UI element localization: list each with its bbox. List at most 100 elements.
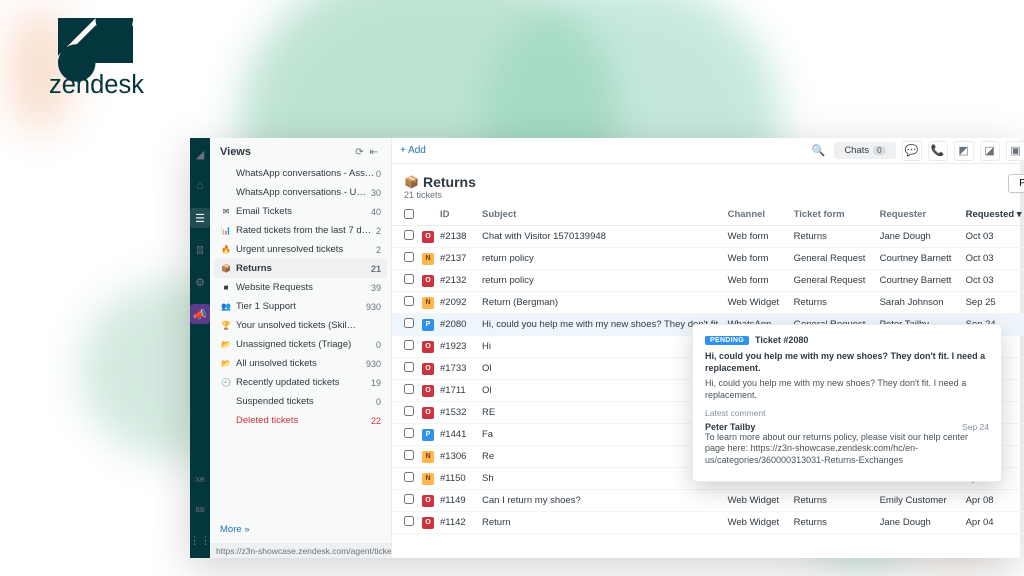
view-item-count: 19	[371, 378, 381, 388]
rail-xb-icon[interactable]: XB	[190, 470, 210, 490]
row-checkbox[interactable]	[404, 318, 414, 328]
chats-button[interactable]: Chats 0	[834, 142, 895, 159]
row-checkbox[interactable]	[404, 472, 414, 482]
select-all-checkbox[interactable]	[404, 209, 414, 219]
search-icon[interactable]: 🔍	[808, 141, 828, 161]
col-id[interactable]: ID	[440, 209, 482, 220]
app-icon-2[interactable]: ◪	[980, 141, 1000, 161]
view-item[interactable]: 📊Rated tickets from the last 7 d…2	[214, 221, 387, 240]
view-item-count: 30	[371, 188, 381, 198]
cell-requester: Courtney Barnett	[880, 253, 966, 264]
views-more-link[interactable]: More »	[210, 516, 391, 543]
row-checkbox[interactable]	[404, 494, 414, 504]
row-checkbox[interactable]	[404, 516, 414, 526]
view-item-count: 21	[371, 264, 381, 274]
view-item[interactable]: WhatsApp conversations - Assig…0	[214, 164, 387, 183]
col-form[interactable]: Ticket form	[794, 209, 880, 220]
table-row[interactable]: O#1142ReturnWeb WidgetReturnsJane DoughA…	[392, 512, 1024, 534]
row-checkbox[interactable]	[404, 252, 414, 262]
app-window: ◢ ⌂ ☰ ⫾⫾ ⚙ 📣 XB BB ⋮⋮ Views ⟳ ⇤ WhatsApp…	[190, 138, 1020, 558]
view-item[interactable]: 📂All unsolved tickets930	[214, 354, 387, 373]
row-checkbox[interactable]	[404, 230, 414, 240]
view-item-icon: 👥	[220, 302, 232, 311]
page-title: Returns	[423, 174, 476, 190]
rail-logo-icon[interactable]: ◢	[190, 144, 210, 164]
view-item-label: Suspended tickets	[236, 396, 376, 407]
view-item-count: 0	[376, 340, 381, 350]
cell-subject: Return	[482, 517, 728, 528]
view-item-label: Email Tickets	[236, 206, 371, 217]
cell-channel: Web Widget	[728, 517, 794, 528]
play-button[interactable]: Play	[1008, 174, 1024, 193]
add-tab-button[interactable]: + Add	[400, 145, 426, 156]
view-item[interactable]: ✉Email Tickets40	[214, 202, 387, 221]
cell-subject: Chat with Visitor 1570139948	[482, 231, 728, 242]
table-row[interactable]: N#2137return policyWeb formGeneral Reque…	[392, 248, 1024, 270]
view-item[interactable]: 📂Unassigned tickets (Triage)0	[214, 335, 387, 354]
view-item[interactable]: ■Website Requests39	[214, 278, 387, 297]
rail-apps-icon[interactable]: ⋮⋮	[190, 530, 210, 550]
table-row[interactable]: O#2138Chat with Visitor 1570139948Web fo…	[392, 226, 1024, 248]
view-item[interactable]: 🕘Recently updated tickets19	[214, 373, 387, 392]
view-item-label: Recently updated tickets	[236, 377, 371, 388]
view-item[interactable]: 📦Returns21	[214, 259, 387, 278]
table-row[interactable]: N#2092Return (Bergman)Web WidgetReturnsS…	[392, 292, 1024, 314]
cell-subject: return policy	[482, 253, 728, 264]
col-channel[interactable]: Channel	[728, 209, 794, 220]
row-checkbox[interactable]	[404, 384, 414, 394]
topbar: + Add 🔍 Chats 0 💬 📞 ◩ ◪ ▣ ⠿	[392, 138, 1024, 164]
status-badge: O	[422, 495, 434, 507]
rail-reporting-icon[interactable]: ⫾⫾	[190, 240, 210, 260]
view-item[interactable]: 🔥Urgent unresolved tickets2	[214, 240, 387, 259]
rail-views-icon[interactable]: ☰	[190, 208, 210, 228]
app-icon-1[interactable]: ◩	[954, 141, 974, 161]
table-row[interactable]: O#1149Can I return my shoes?Web WidgetRe…	[392, 490, 1024, 512]
col-subject[interactable]: Subject	[482, 209, 728, 220]
view-item[interactable]: 👥Tier 1 Support930	[214, 297, 387, 316]
row-checkbox[interactable]	[404, 362, 414, 372]
views-refresh-icon[interactable]: ⟳	[352, 147, 366, 158]
view-item[interactable]: WhatsApp conversations - Unass…30	[214, 183, 387, 202]
cell-requester: Courtney Barnett	[880, 275, 966, 286]
rail-admin-icon[interactable]: ⚙	[190, 272, 210, 292]
app-icon-3[interactable]: ▣	[1006, 141, 1024, 161]
row-checkbox[interactable]	[404, 274, 414, 284]
status-badge: O	[422, 385, 434, 397]
cell-form: Returns	[794, 297, 880, 308]
cell-subject: Return (Bergman)	[482, 297, 728, 308]
cell-requester: Sarah Johnson	[880, 297, 966, 308]
rail-broadcast-icon[interactable]: 📣	[190, 304, 210, 324]
cell-subject: Fa	[482, 429, 728, 440]
col-requested[interactable]: Requested ▾	[966, 209, 1024, 220]
rail-home-icon[interactable]: ⌂	[190, 176, 210, 196]
popover-comment-body: To learn more about our returns policy, …	[705, 432, 989, 467]
conversations-icon[interactable]: 💬	[902, 141, 922, 161]
phone-icon[interactable]: 📞	[928, 141, 948, 161]
cell-subject: Hi, could you help me with my new shoes?…	[482, 319, 728, 330]
view-item-label: Unassigned tickets (Triage)	[236, 339, 376, 350]
view-item[interactable]: Suspended tickets0	[214, 392, 387, 411]
views-panel: Views ⟳ ⇤ WhatsApp conversations - Assig…	[210, 138, 392, 558]
view-item-count: 930	[366, 359, 381, 369]
views-collapse-icon[interactable]: ⇤	[367, 147, 381, 158]
row-checkbox[interactable]	[404, 406, 414, 416]
status-badge: N	[422, 253, 434, 265]
cell-channel: Web Widget	[728, 495, 794, 506]
cell-subject: Re	[482, 451, 728, 462]
view-item[interactable]: Deleted tickets22	[214, 411, 387, 430]
col-requester[interactable]: Requester	[880, 209, 966, 220]
cell-subject: Hi	[482, 341, 728, 352]
table-row[interactable]: O#2132return policyWeb formGeneral Reque…	[392, 270, 1024, 292]
row-checkbox[interactable]	[404, 296, 414, 306]
row-checkbox[interactable]	[404, 340, 414, 350]
cell-channel: Web Widget	[728, 297, 794, 308]
rail-bb-icon[interactable]: BB	[190, 500, 210, 520]
cell-channel: Web form	[728, 275, 794, 286]
cell-requested: Oct 03	[966, 253, 1024, 264]
cell-id: #1306	[440, 451, 482, 462]
view-item-count: 22	[371, 416, 381, 426]
row-checkbox[interactable]	[404, 450, 414, 460]
view-item-label: Urgent unresolved tickets	[236, 244, 376, 255]
view-item[interactable]: 🏆Your unsolved tickets (Skil…	[214, 316, 387, 335]
row-checkbox[interactable]	[404, 428, 414, 438]
